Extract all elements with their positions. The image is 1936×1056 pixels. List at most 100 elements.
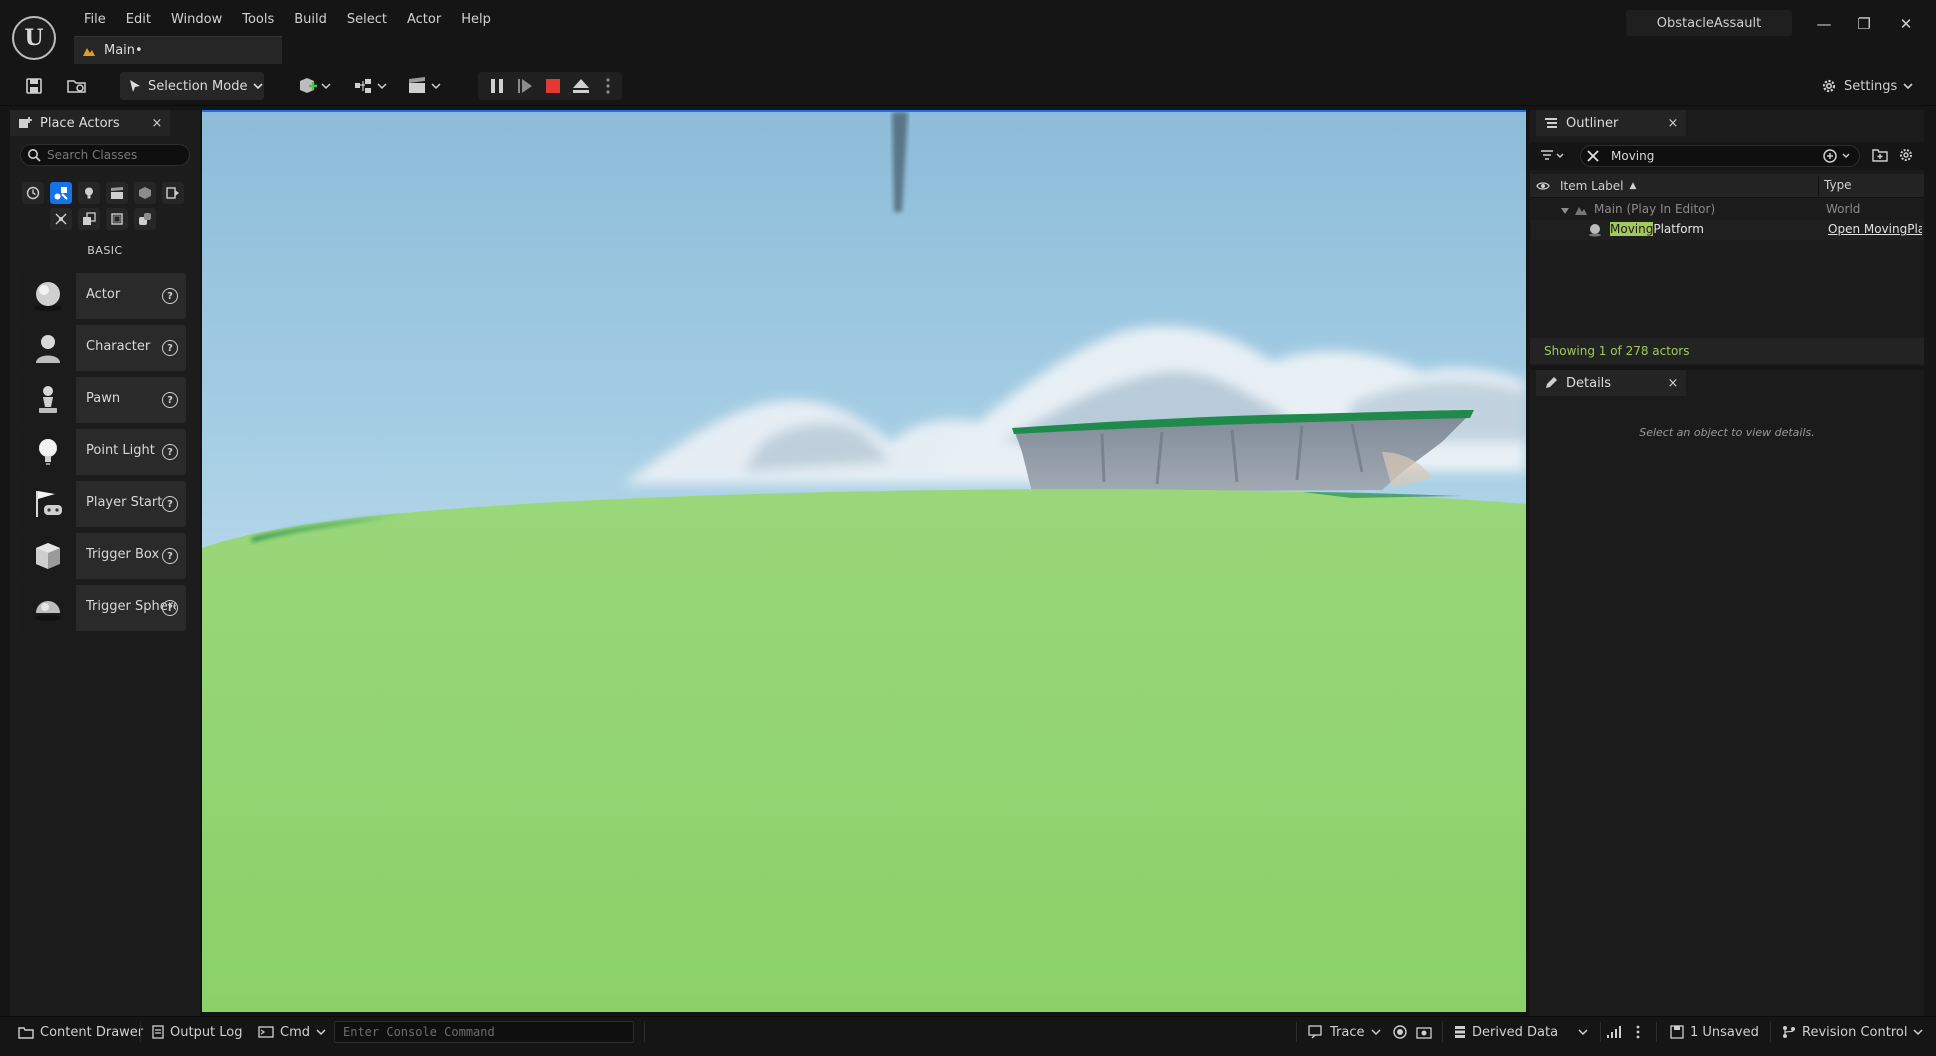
screenshot-icon[interactable] <box>1416 1023 1432 1041</box>
help-icon[interactable]: ? <box>162 600 178 616</box>
actor-list-item[interactable]: Actor ? <box>20 273 186 319</box>
all-classes-category-icon[interactable] <box>78 208 100 230</box>
step-frame-icon[interactable] <box>514 74 536 98</box>
expand-arrow-icon[interactable] <box>1560 207 1570 215</box>
trace-icon <box>1308 1025 1322 1039</box>
help-icon[interactable]: ? <box>162 496 178 512</box>
close-window-button[interactable]: ✕ <box>1892 12 1920 36</box>
actor-list-item[interactable]: Trigger Box ? <box>20 533 186 579</box>
character-icon <box>20 325 76 371</box>
place-actors-icon <box>19 117 32 128</box>
actor-list-item[interactable]: Trigger Sphere ? <box>20 585 186 631</box>
column-item-label[interactable]: Item Label ▲ <box>1560 178 1636 194</box>
menu-window[interactable]: Window <box>161 10 232 32</box>
console-command-field[interactable] <box>334 1021 634 1043</box>
output-log-button[interactable]: Output Log <box>152 1023 243 1041</box>
menu-select[interactable]: Select <box>337 10 397 32</box>
plugins-category-icon[interactable] <box>134 208 156 230</box>
column-type[interactable]: Type <box>1824 178 1852 192</box>
trace-dropdown[interactable]: Trace <box>1308 1023 1381 1041</box>
level-icon <box>83 47 95 56</box>
settings-button[interactable]: Settings <box>1820 72 1920 100</box>
cmd-dropdown[interactable]: Cmd <box>258 1023 326 1041</box>
actor-list-item[interactable]: Character ? <box>20 325 186 371</box>
clear-search-icon[interactable] <box>1586 149 1600 163</box>
menu-edit[interactable]: Edit <box>116 10 161 32</box>
cinematics-button[interactable] <box>406 74 444 98</box>
outliner-search-input[interactable] <box>1611 149 1811 163</box>
more-options-icon[interactable] <box>598 74 618 98</box>
actor-list-item[interactable]: Point Light ? <box>20 429 186 475</box>
content-drawer-button[interactable]: Content Drawer <box>18 1023 143 1041</box>
save-icon[interactable] <box>22 74 46 98</box>
place-actors-tab-label: Place Actors <box>40 115 120 131</box>
eject-icon[interactable] <box>570 74 592 98</box>
search-classes-input[interactable] <box>47 148 187 162</box>
document-tab-main[interactable]: Main• <box>74 36 282 64</box>
database-icon <box>1455 1026 1465 1038</box>
derived-data-dropdown[interactable]: Derived Data <box>1454 1023 1588 1041</box>
help-icon[interactable]: ? <box>162 548 178 564</box>
recent-category-icon[interactable] <box>22 182 44 204</box>
cube-icon <box>20 533 76 579</box>
shapes-category-icon[interactable] <box>106 208 128 230</box>
actor-list-item[interactable]: Pawn ? <box>20 377 186 423</box>
browse-content-icon[interactable] <box>64 74 90 98</box>
unsaved-label: 1 Unsaved <box>1690 1024 1759 1040</box>
add-actor-button[interactable] <box>296 74 334 98</box>
open-moving-platform-link[interactable]: Open MovingPlatform <box>1828 222 1922 236</box>
visibility-eye-icon[interactable] <box>1536 179 1550 193</box>
visual-effects-category-icon[interactable] <box>134 182 156 204</box>
add-filter-icon[interactable] <box>1822 147 1856 165</box>
menu-tools[interactable]: Tools <box>232 10 284 32</box>
outliner-settings-gear-icon[interactable] <box>1898 147 1916 165</box>
outliner-row-moving-platform[interactable]: MovingPlatform Open MovingPlatform <box>1530 220 1924 240</box>
geometry-category-icon[interactable] <box>162 182 184 204</box>
status-more-options-icon[interactable] <box>1636 1023 1640 1041</box>
menu-file[interactable]: File <box>74 10 116 32</box>
moving-platform-label-rest: Platform <box>1653 222 1704 236</box>
unreal-logo-icon[interactable]: U <box>12 16 56 60</box>
close-outliner-button[interactable]: × <box>1664 113 1682 133</box>
help-icon[interactable]: ? <box>162 288 178 304</box>
filter-icon[interactable] <box>1540 148 1570 164</box>
help-icon[interactable]: ? <box>162 392 178 408</box>
document-tab-label: Main• <box>104 43 143 58</box>
close-details-button[interactable]: × <box>1664 373 1682 393</box>
chevron-down-icon <box>253 83 264 90</box>
bandwidth-icon[interactable] <box>1606 1023 1622 1041</box>
new-folder-icon[interactable] <box>1872 147 1890 165</box>
blueprint-button[interactable] <box>352 74 390 98</box>
content-drawer-label: Content Drawer <box>40 1024 144 1040</box>
stop-icon[interactable] <box>542 74 564 98</box>
level-viewport[interactable] <box>202 110 1526 1012</box>
lights-category-icon[interactable] <box>78 182 100 204</box>
actor-list-item[interactable]: Player Start ? <box>20 481 186 527</box>
outliner-row-world[interactable]: Main (Play In Editor) World <box>1530 200 1924 220</box>
revision-control-dropdown[interactable]: Revision Control <box>1782 1023 1923 1041</box>
selection-mode-dropdown[interactable]: Selection Mode <box>120 72 264 100</box>
details-empty-message: Select an object to view details. <box>1639 426 1815 439</box>
search-classes-field[interactable] <box>20 144 190 166</box>
pause-icon[interactable] <box>486 74 508 98</box>
minimize-button[interactable]: — <box>1810 12 1838 36</box>
menu-help[interactable]: Help <box>451 10 501 32</box>
chevron-down-icon <box>1578 1029 1588 1036</box>
help-icon[interactable]: ? <box>162 444 178 460</box>
tab-place-actors[interactable]: Place Actors <box>10 110 170 136</box>
maximize-button[interactable]: ❐ <box>1850 12 1878 36</box>
menu-build[interactable]: Build <box>284 10 337 32</box>
console-command-input[interactable] <box>335 1022 625 1042</box>
help-icon[interactable]: ? <box>162 340 178 356</box>
basic-category-icon[interactable] <box>50 182 72 204</box>
actor-count-status: Showing 1 of 278 actors <box>1530 338 1924 364</box>
menu-actor[interactable]: Actor <box>397 10 451 32</box>
volumes-category-icon[interactable] <box>50 208 72 230</box>
record-icon[interactable] <box>1392 1023 1408 1041</box>
terminal-icon <box>258 1026 274 1038</box>
close-place-actors-button[interactable]: × <box>148 113 166 133</box>
content-drawer-icon <box>18 1027 34 1039</box>
outliner-search-field[interactable] <box>1580 145 1860 167</box>
cinematic-category-icon[interactable] <box>106 182 128 204</box>
unsaved-button[interactable]: 1 Unsaved <box>1670 1023 1759 1041</box>
